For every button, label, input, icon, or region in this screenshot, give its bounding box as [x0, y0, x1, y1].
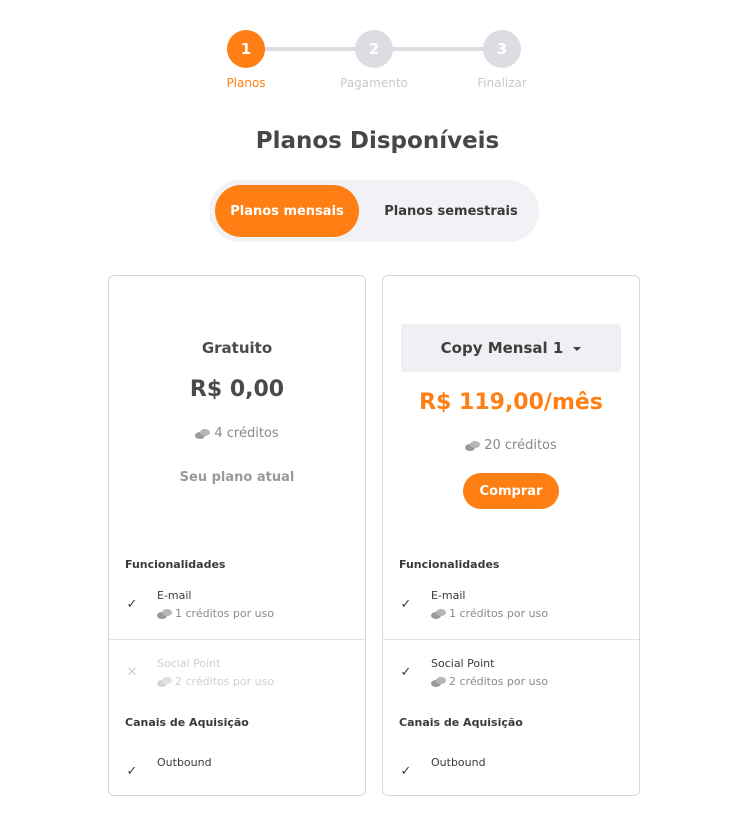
divider	[109, 639, 365, 640]
channels-title: Canais de Aquisição	[399, 716, 523, 729]
feature-cost-label: 2 créditos por uso	[175, 675, 275, 688]
page-title: Planos Disponíveis	[255, 128, 500, 154]
feature-cost: 2 créditos por uso	[431, 675, 548, 688]
feature-email: ✓ E-mail 1 créditos por uso	[125, 589, 349, 629]
feature-email: ✓ E-mail 1 créditos por uso	[399, 589, 623, 629]
check-icon: ✓	[400, 763, 412, 779]
step-finalizar: 3 Finalizar	[452, 30, 552, 90]
divider	[383, 639, 639, 640]
step-number: 2	[355, 30, 393, 68]
feature-cost: 1 créditos por uso	[157, 607, 274, 620]
current-plan-label: Seu plano atual	[179, 470, 295, 485]
coins-icon	[157, 608, 172, 619]
feature-cost: 1 créditos por uso	[431, 607, 548, 620]
step-label: Pagamento	[340, 76, 408, 90]
channel-outbound: ✓ Outbound	[125, 756, 349, 796]
feature-name: E-mail	[431, 589, 466, 602]
step-label: Planos	[226, 76, 266, 90]
check-icon: ✓	[126, 763, 138, 779]
plan-select-value: Copy Mensal 1	[440, 339, 564, 357]
progress-stepper: 1 Planos 2 Pagamento 3 Finalizar	[0, 30, 755, 100]
features-title: Funcionalidades	[125, 558, 226, 571]
plan-credits: 4 créditos	[109, 426, 365, 441]
coins-icon	[195, 428, 211, 439]
feature-name: E-mail	[157, 589, 192, 602]
plan-credits-label: 20 créditos	[484, 438, 557, 453]
feature-name: Social Point	[157, 657, 221, 670]
check-icon: ✓	[126, 596, 138, 612]
feature-name: Social Point	[431, 657, 495, 670]
channels-title: Canais de Aquisição	[125, 716, 249, 729]
feature-cost-label: 1 créditos por uso	[175, 607, 275, 620]
coins-icon	[465, 440, 481, 451]
step-number: 1	[227, 30, 265, 68]
plan-name: Gratuito	[201, 339, 273, 357]
channel-name: Outbound	[431, 756, 486, 769]
channel-name: Outbound	[157, 756, 212, 769]
step-planos: 1 Planos	[196, 30, 296, 90]
chevron-down-icon	[573, 347, 582, 351]
coins-icon	[431, 676, 446, 687]
coins-icon	[157, 676, 172, 687]
plan-price: R$ 119,00/mês	[419, 390, 603, 415]
tab-monthly-plans[interactable]: Planos mensais	[215, 185, 359, 237]
feature-cost: 2 créditos por uso	[157, 675, 274, 688]
feature-cost-label: 2 créditos por uso	[449, 675, 549, 688]
tab-semester-plans[interactable]: Planos semestrais	[375, 185, 527, 237]
step-label: Finalizar	[477, 76, 527, 90]
plan-card-paid: Copy Mensal 1 R$ 119,00/mês 20 créditos …	[382, 275, 640, 796]
buy-button[interactable]: Comprar	[463, 473, 559, 509]
features-title: Funcionalidades	[399, 558, 500, 571]
plan-credits: 20 créditos	[383, 438, 639, 453]
feature-social-point: ✓ Social Point 2 créditos por uso	[399, 657, 623, 697]
step-pagamento: 2 Pagamento	[324, 30, 424, 90]
step-number: 3	[483, 30, 521, 68]
check-icon: ✓	[400, 596, 412, 612]
feature-cost-label: 1 créditos por uso	[449, 607, 549, 620]
close-icon: ✕	[126, 664, 138, 680]
billing-period-toggle: Planos mensais Planos semestrais	[209, 180, 539, 242]
plan-price: R$ 0,00	[189, 377, 285, 402]
channel-outbound: ✓ Outbound	[399, 756, 623, 796]
check-icon: ✓	[400, 664, 412, 680]
coins-icon	[431, 608, 446, 619]
plan-credits-label: 4 créditos	[214, 426, 279, 441]
plan-select-dropdown[interactable]: Copy Mensal 1	[401, 324, 621, 372]
plan-card-free: Gratuito R$ 0,00 4 créditos Seu plano at…	[108, 275, 366, 796]
feature-social-point: ✕ Social Point 2 créditos por uso	[125, 657, 349, 697]
